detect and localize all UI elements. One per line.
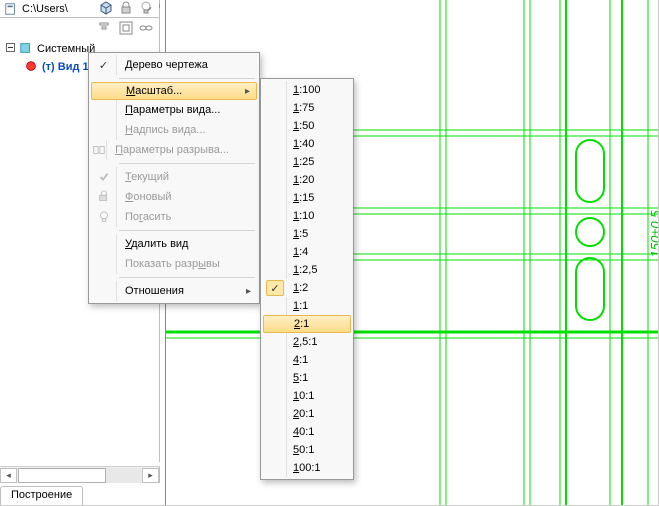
scale-option-label: 1:5 [287, 228, 351, 240]
menu-item-label: Дерево чертежа [117, 59, 257, 71]
scale-option-label: 2:1 [288, 318, 350, 330]
scale-option[interactable]: 1:5 [263, 225, 351, 243]
scale-option[interactable]: 1:40 [263, 135, 351, 153]
scale-option-label: 40:1 [287, 426, 351, 438]
scale-option[interactable]: 40:1 [263, 423, 351, 441]
scroll-thumb[interactable] [18, 468, 106, 483]
scale-option[interactable]: 2,5:1 [263, 333, 351, 351]
scale-option-label: 1:10 [287, 210, 351, 222]
menu-separator [119, 163, 255, 164]
tree-horizontal-scrollbar[interactable]: ◂ ▸ [0, 466, 160, 483]
menu-item-label: Погасить [117, 211, 257, 223]
scale-option[interactable]: 1:2 [263, 279, 351, 297]
scale-option-label: 2,5:1 [287, 336, 351, 348]
menu-item-tree[interactable]: Дерево чертежа [91, 55, 257, 75]
menu-separator [119, 277, 255, 278]
menu-item-label: Масштаб... [118, 85, 256, 97]
menu-item-break-params: Параметры разрыва... [91, 140, 257, 160]
scale-option-label: 5:1 [287, 372, 351, 384]
menu-item-delete-view[interactable]: Удалить вид [91, 234, 257, 254]
menu-item-label: Параметры вида... [117, 104, 257, 116]
scale-option[interactable]: 1:4 [263, 243, 351, 261]
scale-option[interactable]: 1:25 [263, 153, 351, 171]
scale-option-label: 1:4 [287, 246, 351, 258]
scale-option[interactable]: 50:1 [263, 441, 351, 459]
scale-option[interactable]: 1:100 [263, 81, 351, 99]
menu-item-dim: Погасить [91, 207, 257, 227]
menu-item-relations[interactable]: Отношения [91, 281, 257, 301]
menu-separator [119, 230, 255, 231]
scroll-left-button[interactable]: ◂ [0, 468, 17, 483]
context-menu: Дерево чертежа Масштаб... Параметры вида… [88, 52, 260, 304]
scroll-track[interactable] [18, 468, 141, 483]
scale-option-label: 1:2 [287, 282, 351, 294]
scale-option-label: 50:1 [287, 444, 351, 456]
dimension-label: 150±0,5 [648, 210, 659, 258]
scale-option[interactable]: 2:1 [263, 315, 351, 333]
tab-construction[interactable]: Построение [0, 486, 83, 506]
scale-option[interactable]: 20:1 [263, 405, 351, 423]
menu-item-label: Показать разрывы [117, 258, 257, 270]
menu-item-view-params[interactable]: Параметры вида... [91, 100, 257, 120]
scroll-right-button[interactable]: ▸ [142, 468, 159, 483]
menu-item-view-caption: Надпись вида... [91, 120, 257, 140]
menu-item-current: Текущий [91, 167, 257, 187]
scale-option-label: 1:1 [287, 300, 351, 312]
scale-option[interactable]: 1:2,5 [263, 261, 351, 279]
menu-item-label: Фоновый [117, 191, 257, 203]
tree-tabs: Построение [0, 483, 160, 506]
menu-item-label: Текущий [117, 171, 257, 183]
scale-option-label: 20:1 [287, 408, 351, 420]
scale-option-label: 1:75 [287, 102, 351, 114]
scale-option[interactable]: 1:15 [263, 189, 351, 207]
scale-option-label: 1:2,5 [287, 264, 351, 276]
scale-option-label: 100:1 [287, 462, 351, 474]
cube-icon[interactable] [98, 0, 114, 19]
tree-item-label: Системный [37, 43, 95, 55]
menu-item-background: Фоновый [91, 187, 257, 207]
menu-item-label: Надпись вида... [117, 124, 257, 136]
menu-item-label: Параметры разрыва... [107, 144, 257, 156]
layer-icon [19, 41, 33, 58]
scale-option[interactable]: 1:50 [263, 117, 351, 135]
menu-item-label: Отношения [117, 285, 257, 297]
scale-option[interactable]: 4:1 [263, 351, 351, 369]
scale-option[interactable]: 10:1 [263, 387, 351, 405]
sheet-icon [4, 2, 18, 16]
menu-separator [119, 78, 255, 79]
scale-option-label: 1:25 [287, 156, 351, 168]
scale-option-label: 1:50 [287, 120, 351, 132]
menu-item-label: Удалить вид [117, 238, 257, 250]
scale-option-label: 10:1 [287, 390, 351, 402]
minus-box-icon[interactable] [6, 43, 15, 55]
scale-option-label: 1:15 [287, 192, 351, 204]
scale-option-label: 1:20 [287, 174, 351, 186]
lock-icon[interactable] [118, 0, 134, 19]
bulb-icon[interactable] [138, 0, 154, 19]
scale-option[interactable]: 1:20 [263, 171, 351, 189]
scale-option[interactable]: 1:1 [263, 297, 351, 315]
scale-option[interactable]: 1:10 [263, 207, 351, 225]
record-icon [24, 59, 38, 76]
scale-option[interactable]: 1:75 [263, 99, 351, 117]
scale-option-label: 4:1 [287, 354, 351, 366]
scale-option[interactable]: 5:1 [263, 369, 351, 387]
scale-submenu: 1:100 1:75 1:50 1:40 1:25 1:20 1:15 1:10 1:5 1:4 1… [260, 78, 354, 480]
scale-option[interactable]: 100:1 [263, 459, 351, 477]
menu-item-show-breaks: Показать разрывы [91, 254, 257, 274]
menu-item-scale[interactable]: Масштаб... [91, 82, 257, 100]
tab-label: Построение [11, 489, 72, 501]
scale-option-label: 1:100 [287, 84, 351, 96]
scale-option-label: 1:40 [287, 138, 351, 150]
